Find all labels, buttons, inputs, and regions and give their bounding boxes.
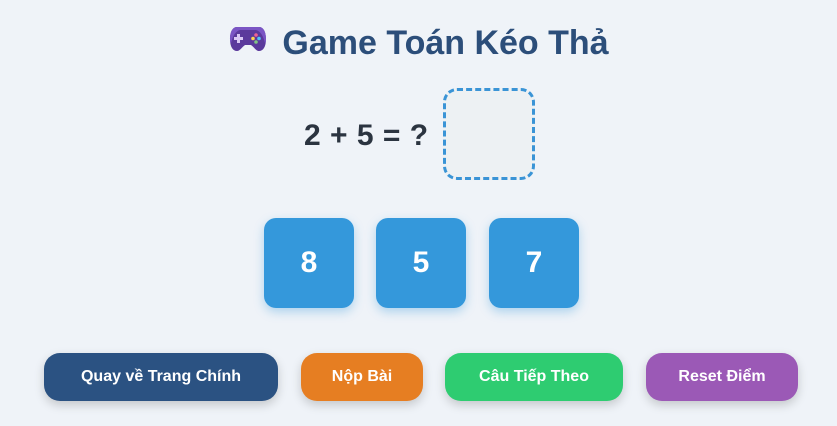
number-tile-8[interactable]: 8 — [264, 218, 354, 308]
game-page: Game Toán Kéo Thả 2 + 5 = ? 8 5 7 Quay v… — [0, 0, 837, 426]
reset-score-button[interactable]: Reset Điểm — [646, 353, 798, 401]
number-tile-7[interactable]: 7 — [489, 218, 579, 308]
equation-text: 2 + 5 = ? — [304, 119, 429, 152]
gamepad-icon — [228, 21, 268, 63]
question-row: 2 + 5 = ? — [0, 88, 837, 184]
home-button[interactable]: Quay về Trang Chính — [44, 353, 278, 401]
answer-dropzone[interactable] — [443, 88, 535, 180]
submit-button[interactable]: Nộp Bài — [301, 353, 423, 401]
title-text: Game Toán Kéo Thả — [282, 24, 609, 62]
number-tile-5[interactable]: 5 — [376, 218, 466, 308]
next-question-button[interactable]: Câu Tiếp Theo — [445, 353, 623, 401]
page-title: Game Toán Kéo Thả — [0, 22, 837, 66]
